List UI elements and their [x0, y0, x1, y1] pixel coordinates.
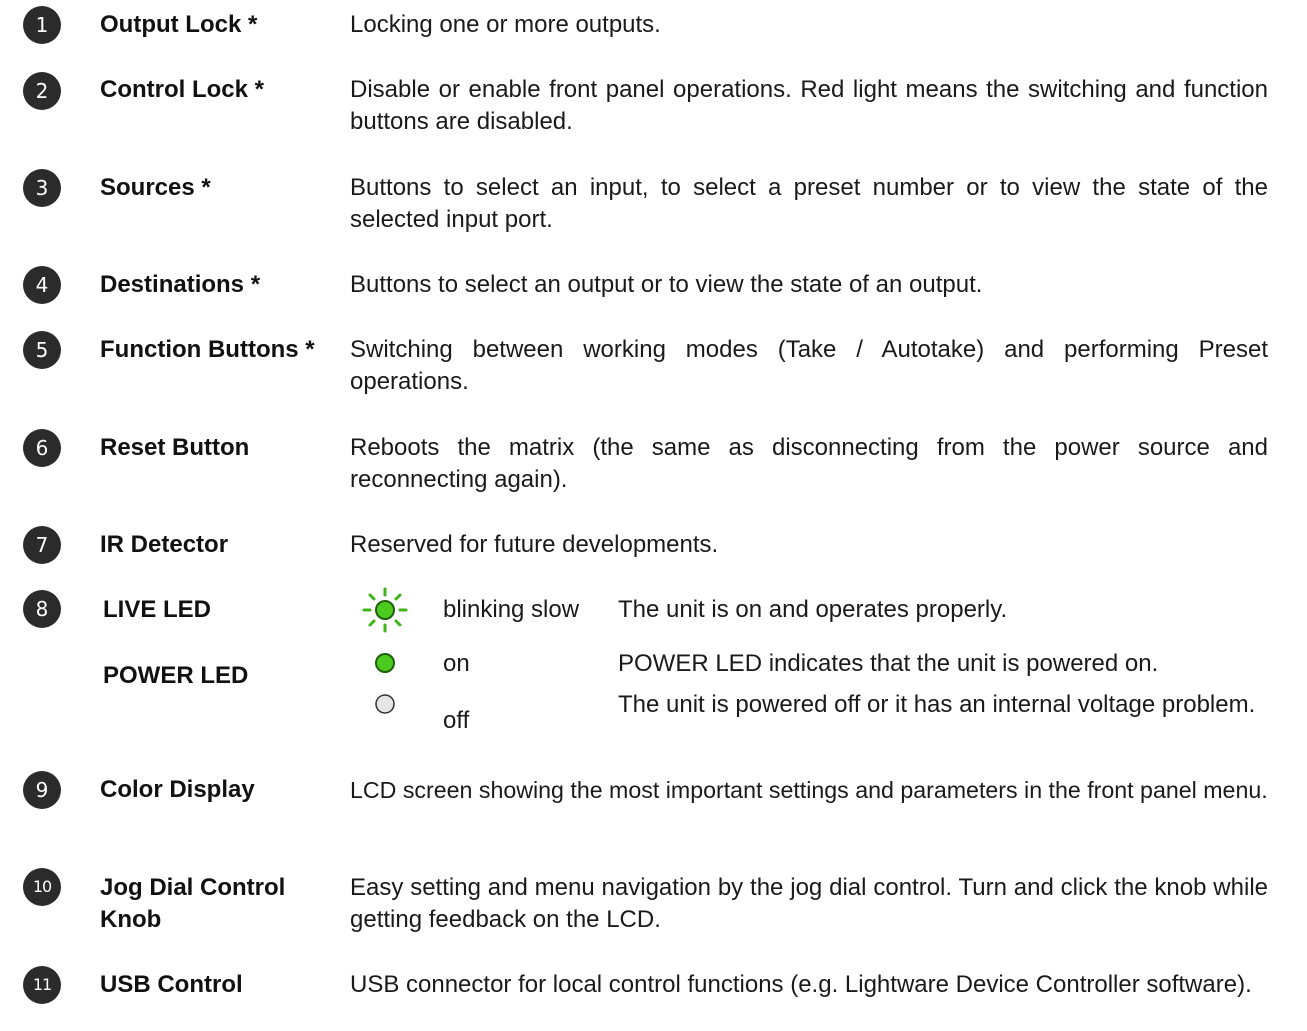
- item-number-badge: 9: [23, 771, 61, 809]
- item-description: Locking one or more outputs.: [350, 11, 661, 38]
- item-term: Reset Button: [100, 434, 250, 461]
- item-number-badge: 10: [23, 868, 61, 906]
- item-term: USB Control: [100, 971, 243, 998]
- item-description: Reserved for future developments.: [350, 531, 719, 558]
- item-description: Switching between working modes (Take / …: [350, 336, 1268, 395]
- item-term: Jog Dial Control Knob: [100, 874, 286, 933]
- item-number-badge: 6: [23, 429, 61, 467]
- off-led-icon: [375, 694, 395, 714]
- led-state-label: on: [443, 650, 470, 677]
- item-number-badge: 4: [23, 266, 61, 304]
- item-number-badge: 8: [23, 590, 61, 628]
- item-term: IR Detector: [100, 531, 229, 558]
- item-term: Sources *: [100, 174, 211, 201]
- item-description: Buttons to select an output or to view t…: [350, 271, 983, 298]
- item-number-badge: 5: [23, 331, 61, 369]
- led-state-label: off: [443, 707, 470, 734]
- item-number-badge: 11: [23, 966, 61, 1004]
- item-description: Reboots the matrix (the same as disconne…: [350, 434, 1268, 493]
- item-number-badge: 2: [23, 72, 61, 110]
- green-led-icon: [375, 653, 395, 673]
- item-description: Disable or enable front panel operations…: [350, 76, 1268, 135]
- led-state-description: POWER LED indicates that the unit is pow…: [618, 650, 1159, 677]
- item-description: Easy setting and menu navigation by the …: [350, 874, 1268, 933]
- item-description: Buttons to select an input, to select a …: [350, 174, 1268, 233]
- led-state-label: blinking slow: [443, 596, 580, 623]
- item-description: LCD screen showing the most important se…: [350, 777, 1268, 803]
- item-description: USB connector for local control function…: [350, 971, 1252, 998]
- item-term: Function Buttons *: [100, 336, 315, 363]
- item-number-badge: 3: [23, 169, 61, 207]
- live-led-term: LIVE LED: [103, 596, 212, 623]
- item-term: Output Lock *: [100, 11, 258, 38]
- power-led-term: POWER LED: [103, 662, 249, 689]
- led-state-description: The unit is powered off or it has an int…: [618, 691, 1256, 718]
- item-term: Color Display: [100, 776, 255, 803]
- item-number-badge: 7: [23, 526, 61, 564]
- blinking-green-led-icon: [362, 587, 408, 633]
- led-state-description: The unit is on and operates properly.: [618, 596, 1008, 623]
- item-number-badge: 1: [23, 6, 61, 44]
- item-term: Control Lock *: [100, 76, 265, 103]
- item-term: Destinations *: [100, 271, 261, 298]
